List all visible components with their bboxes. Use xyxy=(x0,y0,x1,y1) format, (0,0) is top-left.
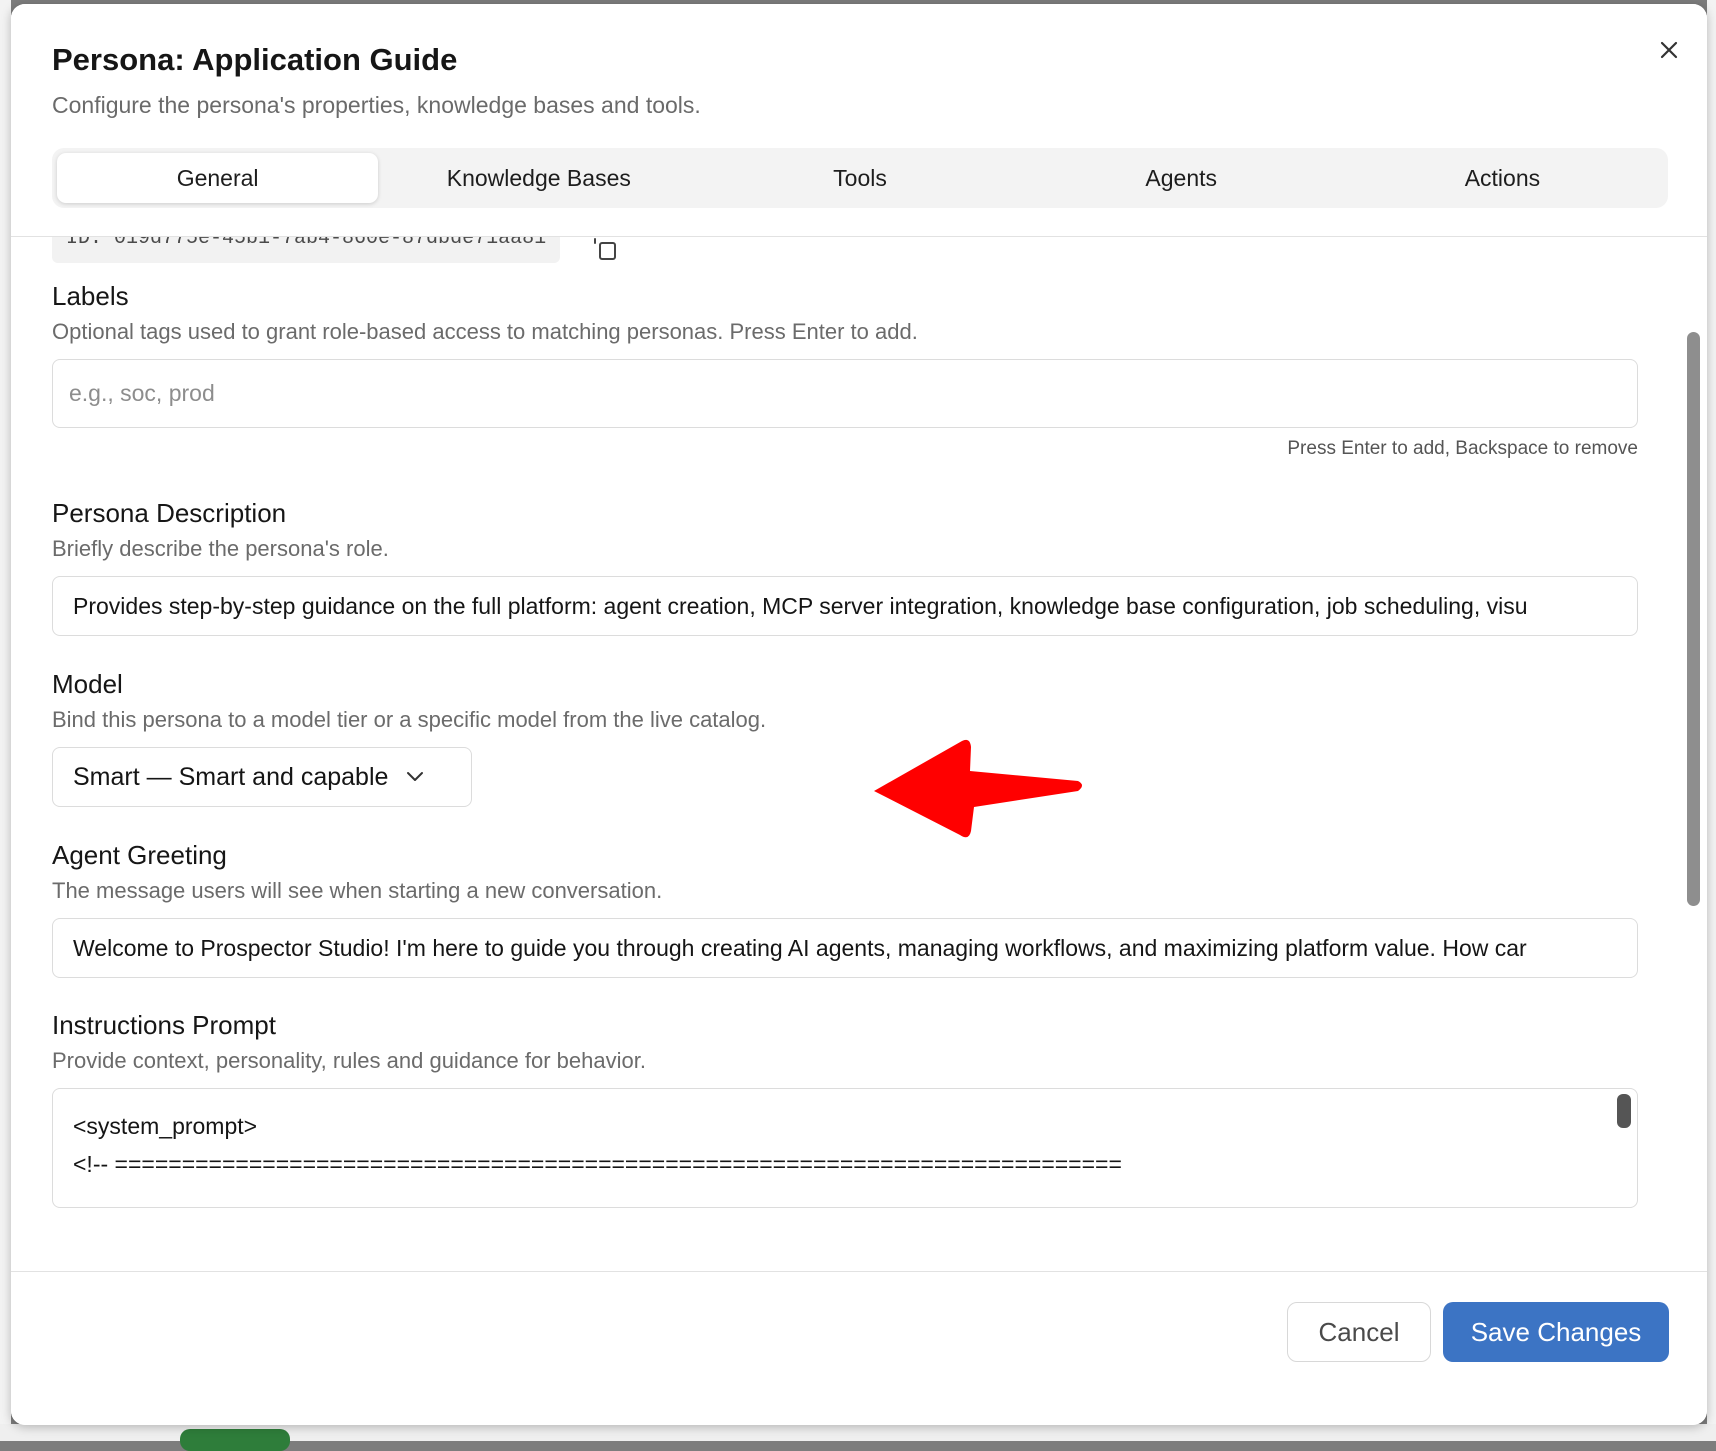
background-badge xyxy=(180,1429,290,1451)
labels-input[interactable]: e.g., soc, prod xyxy=(52,359,1638,428)
persona-id: ID: 019d775e-45b1-7ab4-860e-87dbde71aa81 xyxy=(52,237,560,263)
dialog-body[interactable]: ID: 019d775e-45b1-7ab4-860e-87dbde71aa81… xyxy=(11,237,1707,1271)
dialog-scrollbar[interactable] xyxy=(1687,332,1700,906)
greeting-input[interactable]: Welcome to Prospector Studio! I'm here t… xyxy=(52,918,1638,978)
annotation-arrow-icon xyxy=(874,739,1082,838)
instructions-textarea[interactable]: <system_prompt> <!-- ====================… xyxy=(52,1088,1638,1208)
instructions-help: Provide context, personality, rules and … xyxy=(52,1048,646,1073)
background-app-right xyxy=(1707,0,1716,1441)
model-select-value: Smart — Smart and capable xyxy=(73,762,389,791)
persona-dialog: Persona: Application Guide Configure the… xyxy=(11,4,1707,1425)
tab-agents[interactable]: Agents xyxy=(1021,153,1342,203)
cancel-button[interactable]: Cancel xyxy=(1287,1302,1431,1362)
dialog-header: Persona: Application Guide Configure the… xyxy=(11,4,1707,237)
tab-actions[interactable]: Actions xyxy=(1342,153,1663,203)
tab-knowledge-bases[interactable]: Knowledge Bases xyxy=(378,153,699,203)
background-app-left xyxy=(0,0,11,1441)
description-input[interactable]: Provides step-by-step guidance on the fu… xyxy=(52,576,1638,636)
model-label: Model xyxy=(52,669,123,699)
chevron-down-icon xyxy=(406,771,424,783)
instructions-line: <!-- ===================================… xyxy=(73,1151,1122,1177)
instructions-label: Instructions Prompt xyxy=(52,1010,276,1040)
tab-general[interactable]: General xyxy=(57,153,379,203)
model-help: Bind this persona to a model tier or a s… xyxy=(52,707,767,732)
dialog-title: Persona: Application Guide xyxy=(52,42,458,77)
labels-label: Labels xyxy=(52,281,129,311)
labels-hint: Press Enter to add, Backspace to remove xyxy=(1287,438,1638,459)
close-icon xyxy=(1660,41,1678,59)
greeting-label: Agent Greeting xyxy=(52,840,227,870)
dialog-footer: Cancel Save Changes xyxy=(11,1271,1707,1425)
tab-bar: General Knowledge Bases Tools Agents Act… xyxy=(52,148,1668,208)
save-changes-button[interactable]: Save Changes xyxy=(1443,1302,1669,1362)
dialog-subtitle: Configure the persona's properties, know… xyxy=(52,92,701,118)
description-label: Persona Description xyxy=(52,498,287,528)
model-select[interactable]: Smart — Smart and capable xyxy=(52,747,472,807)
labels-help: Optional tags used to grant role-based a… xyxy=(52,319,918,344)
copy-id-button[interactable] xyxy=(587,237,623,263)
instructions-line: <system_prompt> xyxy=(73,1113,258,1139)
copy-icon xyxy=(594,238,616,260)
close-button[interactable] xyxy=(1651,32,1687,68)
tab-tools[interactable]: Tools xyxy=(699,153,1020,203)
description-help: Briefly describe the persona's role. xyxy=(52,536,389,561)
greeting-help: The message users will see when starting… xyxy=(52,878,663,903)
textarea-scrollbar[interactable] xyxy=(1617,1094,1631,1128)
